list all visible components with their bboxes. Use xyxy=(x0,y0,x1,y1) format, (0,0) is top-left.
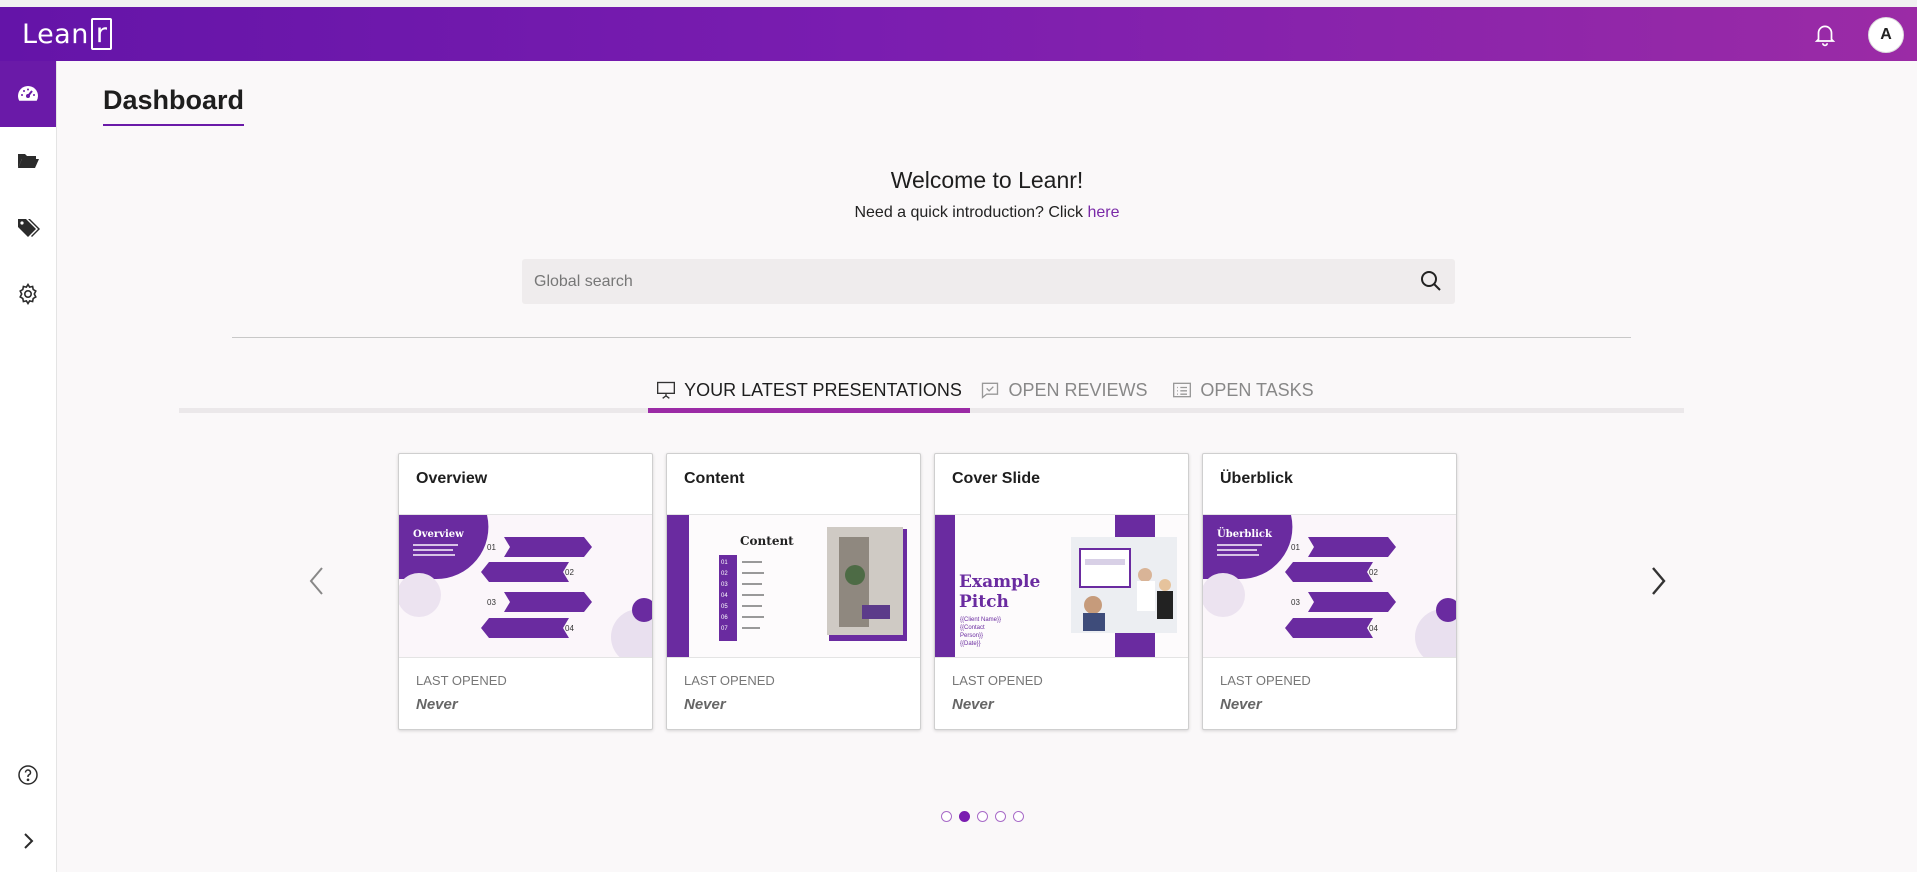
sidebar-item-dashboard[interactable] xyxy=(0,61,56,127)
last-opened-value: Never xyxy=(684,696,726,713)
card-title: Content xyxy=(684,470,745,487)
card-title: Cover Slide xyxy=(952,470,1041,487)
thumb-num: 07 xyxy=(721,626,728,632)
sidebar-item-expand[interactable] xyxy=(0,808,56,874)
review-check-icon xyxy=(982,382,999,399)
logo-text: Lean xyxy=(22,18,89,50)
page-title: Dashboard xyxy=(103,85,245,126)
leanr-logo[interactable]: Lean r xyxy=(22,15,113,53)
thumb-num: 05 xyxy=(721,604,728,610)
presentation-card-ueberblick[interactable]: Überblick Überblick 01 02 03 04 LAST OPE… xyxy=(1202,453,1457,730)
slide-preview-ueberblick: Überblick 01 02 03 04 xyxy=(1203,515,1456,657)
thumb-heading: Overview xyxy=(413,529,464,540)
tab-open-tasks[interactable]: OPEN TASKS xyxy=(1168,367,1318,413)
carousel-dot[interactable] xyxy=(1013,811,1024,822)
last-opened-label: LAST OPENED xyxy=(684,673,775,688)
global-search xyxy=(522,259,1455,304)
tab-latest-presentations[interactable]: YOUR LATEST PRESENTATIONS xyxy=(648,367,970,413)
last-opened-value: Never xyxy=(952,696,994,713)
thumb-num: 03 xyxy=(1291,598,1300,607)
thumb-num: 04 xyxy=(721,593,728,599)
slide-preview-content: Content 01 02 03 04 05 06 07 xyxy=(667,515,920,657)
last-opened-label: LAST OPENED xyxy=(1220,673,1311,688)
thumb-heading: Überblick xyxy=(1217,527,1273,540)
sidebar-item-folders[interactable] xyxy=(0,127,56,193)
thumb-sub: Person}} xyxy=(960,633,983,639)
card-thumbnail: Example Pitch {{Client Name}} {{Contact … xyxy=(935,514,1188,658)
welcome-heading: Welcome to Leanr! xyxy=(890,167,1084,193)
carousel-dot[interactable] xyxy=(959,811,970,822)
user-avatar[interactable]: A xyxy=(1868,17,1904,53)
last-opened-label: LAST OPENED xyxy=(416,673,507,688)
tags-icon xyxy=(18,219,40,237)
card-title: Überblick xyxy=(1220,470,1293,487)
thumb-num: 03 xyxy=(487,598,496,607)
last-opened-value: Never xyxy=(416,696,458,713)
presentation-card-overview[interactable]: Overview Overview 01 02 03 04 LAST OPENE… xyxy=(398,453,653,730)
tab-label: OPEN TASKS xyxy=(1200,379,1314,400)
chevron-right-icon xyxy=(24,833,34,849)
intro-text: Need a quick introduction? Click here xyxy=(57,204,1917,222)
card-thumbnail: Content 01 02 03 04 05 06 07 xyxy=(667,514,920,658)
last-opened-value: Never xyxy=(1220,696,1262,713)
tab-open-reviews[interactable]: OPEN REVIEWS xyxy=(980,367,1148,413)
thumb-num: 06 xyxy=(721,615,728,621)
carousel-dot[interactable] xyxy=(941,811,952,822)
thumb-num: 04 xyxy=(1369,624,1378,633)
notification-bell-icon[interactable] xyxy=(1812,21,1838,47)
thumb-sub: {{Contact xyxy=(960,625,985,631)
sidebar-item-help[interactable] xyxy=(0,742,56,808)
card-title: Overview xyxy=(416,470,488,487)
thumb-num: 04 xyxy=(565,624,574,633)
folder-open-icon xyxy=(18,154,39,168)
thumb-num: 02 xyxy=(565,568,574,577)
thumb-sub: {{Date}} xyxy=(960,641,981,647)
search-icon[interactable] xyxy=(1419,269,1443,293)
tab-label: OPEN REVIEWS xyxy=(1008,379,1148,400)
thumb-num: 01 xyxy=(1291,543,1300,552)
carousel-prev-arrow-icon[interactable] xyxy=(303,564,331,598)
section-divider xyxy=(232,337,1631,338)
thumb-num: 03 xyxy=(721,582,728,588)
thumb-num: 01 xyxy=(721,560,728,566)
thumb-num: 02 xyxy=(721,571,728,577)
tab-label: YOUR LATEST PRESENTATIONS xyxy=(684,379,962,400)
carousel-pagination xyxy=(941,811,1024,822)
card-thumbnail: Überblick 01 02 03 04 xyxy=(1203,514,1456,658)
slide-preview-overview: Overview 01 02 03 04 xyxy=(399,515,652,657)
window-top-strip xyxy=(0,0,1917,7)
carousel-next-arrow-icon[interactable] xyxy=(1644,564,1672,598)
sidebar xyxy=(0,61,57,872)
presentation-icon xyxy=(657,381,676,399)
intro-label: Need a quick introduction? Click xyxy=(854,204,1084,221)
presentation-card-cover-slide[interactable]: Cover Slide Example Pitch {{Client Name}… xyxy=(934,453,1189,730)
thumb-heading: Content xyxy=(740,534,794,548)
help-circle-icon xyxy=(18,765,38,785)
gear-icon xyxy=(19,282,37,306)
search-input[interactable] xyxy=(522,259,1406,304)
thumb-heading2: Pitch xyxy=(959,592,1009,612)
sidebar-item-tags[interactable] xyxy=(0,194,56,260)
sidebar-item-settings[interactable] xyxy=(0,261,56,327)
thumb-sub: {{Client Name}} xyxy=(960,617,1001,623)
carousel-dot[interactable] xyxy=(977,811,988,822)
intro-link[interactable]: here xyxy=(1087,204,1119,221)
logo-box-letter: r xyxy=(90,18,113,50)
presentation-card-content[interactable]: Content Content 01 02 03 04 05 06 07 LAS… xyxy=(666,453,921,730)
thumb-num: 02 xyxy=(1369,568,1378,577)
last-opened-label: LAST OPENED xyxy=(952,673,1043,688)
app-header: Lean r A xyxy=(0,7,1917,61)
carousel-dot[interactable] xyxy=(995,811,1006,822)
card-thumbnail: Overview 01 02 03 04 xyxy=(399,514,652,658)
slide-preview-cover: Example Pitch {{Client Name}} {{Contact … xyxy=(935,515,1188,657)
task-list-icon xyxy=(1173,382,1192,398)
dashboard-gauge-icon xyxy=(18,86,38,101)
thumb-num: 01 xyxy=(487,543,496,552)
thumb-heading: Example xyxy=(959,572,1040,592)
